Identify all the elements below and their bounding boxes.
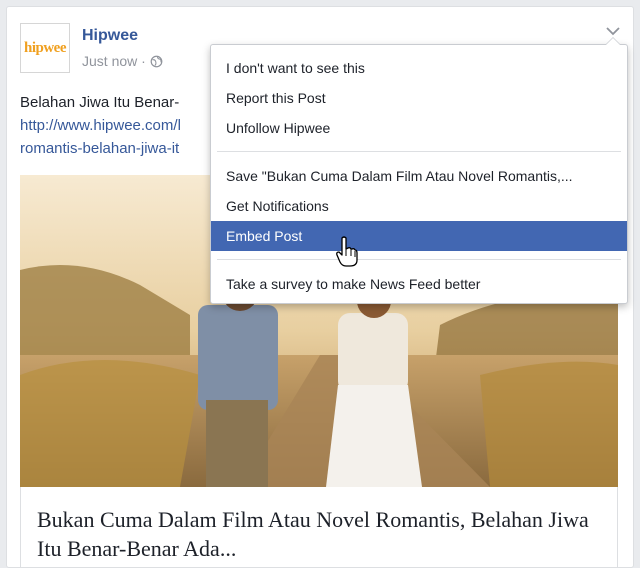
hand-cursor-icon xyxy=(336,236,358,267)
globe-icon[interactable] xyxy=(150,55,163,68)
chevron-down-icon[interactable] xyxy=(605,25,621,37)
menu-item-get-notifications[interactable]: Get Notifications xyxy=(211,191,627,221)
link-preview-caption[interactable]: Bukan Cuma Dalam Film Atau Novel Romanti… xyxy=(20,487,618,567)
menu-item-unfollow[interactable]: Unfollow Hipwee xyxy=(211,113,627,143)
menu-item-save[interactable]: Save "Bukan Cuma Dalam Film Atau Novel R… xyxy=(211,161,627,191)
page-name-link[interactable]: Hipwee xyxy=(82,27,138,45)
menu-item-embed-post[interactable]: Embed Post xyxy=(211,221,627,251)
post-text-line: Belahan Jiwa Itu Benar- xyxy=(20,94,180,111)
page-avatar[interactable]: hipwee xyxy=(20,23,70,73)
avatar-logo-text: hipwee xyxy=(24,39,67,56)
menu-separator xyxy=(217,151,621,152)
menu-caret xyxy=(605,37,621,45)
post-meta: Just now · xyxy=(82,53,163,69)
link-preview-title[interactable]: Bukan Cuma Dalam Film Atau Novel Romanti… xyxy=(37,505,597,563)
menu-separator xyxy=(217,259,621,260)
menu-item-report-post[interactable]: Report this Post xyxy=(211,83,627,113)
menu-item-hide-post[interactable]: I don't want to see this xyxy=(211,53,627,83)
timestamp[interactable]: Just now · xyxy=(82,53,146,69)
menu-item-survey[interactable]: Take a survey to make News Feed better xyxy=(211,269,627,299)
post-options-menu: I don't want to see this Report this Pos… xyxy=(210,37,628,304)
